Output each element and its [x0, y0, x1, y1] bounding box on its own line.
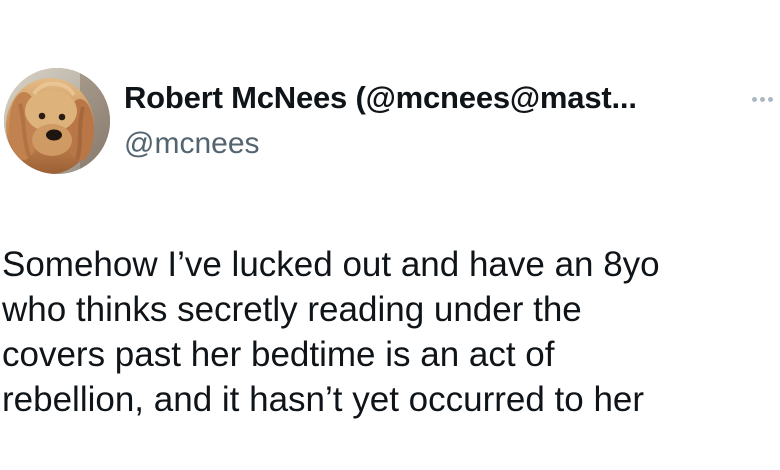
- more-dot: [752, 97, 757, 102]
- more-dot: [760, 97, 765, 102]
- tweet-line: rebellion, and it hasn’t yet occurred to…: [2, 380, 645, 419]
- tweet-line: Somehow I’ve lucked out and have an 8yo: [2, 245, 660, 284]
- author-handle[interactable]: @mcnees: [124, 127, 260, 161]
- tweet-line: who thinks secretly reading under the: [2, 290, 582, 329]
- tweet-card: Robert McNees (@mcnees@mast... @mcnees S…: [0, 0, 780, 470]
- tweet-text: Somehow I’ve lucked out and have an 8yo …: [2, 242, 772, 422]
- author-avatar[interactable]: [4, 68, 110, 174]
- tweet-line: covers past her bedtime is an act of: [2, 335, 555, 374]
- dog-avatar-icon: [4, 68, 110, 174]
- more-horizontal-icon[interactable]: [752, 90, 776, 102]
- author-display-name[interactable]: Robert McNees (@mcnees@mast...: [124, 80, 637, 116]
- more-dot: [768, 97, 773, 102]
